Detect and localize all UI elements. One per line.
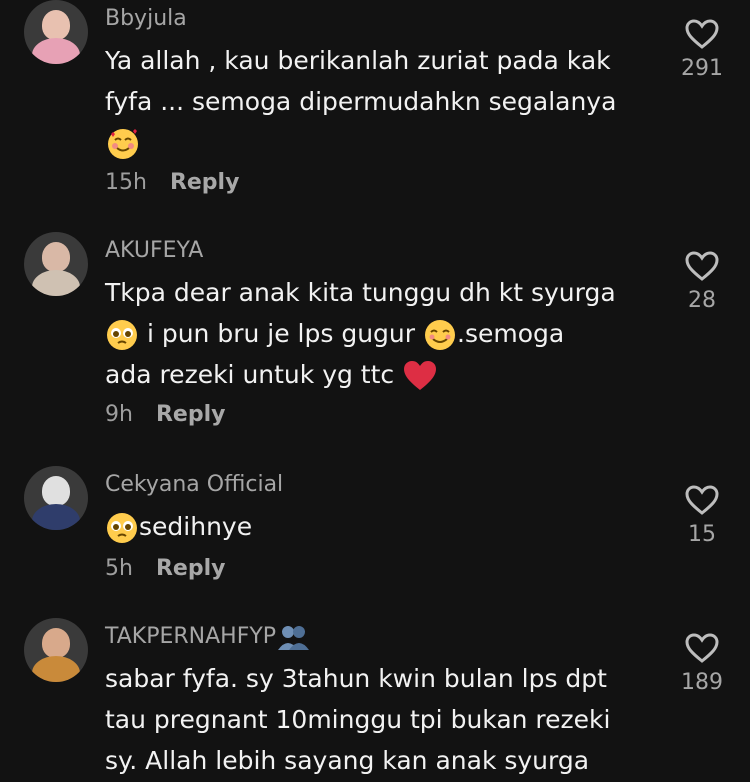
avatar[interactable] (24, 466, 88, 530)
like-button[interactable]: 28 (675, 250, 729, 313)
comment-username[interactable]: Bbyjula (105, 6, 187, 31)
comment-text: sedihnye (105, 506, 645, 547)
like-count: 189 (681, 670, 723, 695)
avatar[interactable] (24, 0, 88, 64)
comment-timestamp: 9h (105, 402, 133, 427)
avatar[interactable] (24, 232, 88, 296)
like-count: 28 (688, 288, 716, 313)
comment-text: sabar fyfa. sy 3tahun kwin bulan lps dpt… (105, 664, 611, 775)
heart-outline-icon (685, 251, 719, 281)
smiling-face-with-hearts-icon (108, 129, 138, 159)
comment-text: Tkpa dear anak kita tunggu dh kt syurga … (105, 272, 645, 395)
heart-outline-icon (685, 19, 719, 49)
like-count: 15 (688, 522, 716, 547)
pleading-face-icon (107, 513, 137, 543)
reply-button[interactable]: Reply (156, 556, 226, 581)
heart-outline-icon (685, 633, 719, 663)
smiling-face-icon (425, 320, 455, 350)
comment-timestamp: 5h (105, 556, 133, 581)
reply-button[interactable]: Reply (170, 170, 240, 195)
like-button[interactable]: 189 (675, 632, 729, 695)
comment-username[interactable]: TAKPERNAHFYP (105, 624, 310, 650)
like-count: 291 (681, 56, 723, 81)
people-silhouette-icon (278, 626, 310, 650)
comment-meta: 9h Reply (105, 402, 225, 427)
comment-text: Ya allah , kau berikanlah zuriat pada ka… (105, 40, 645, 163)
comment-meta: 5h Reply (105, 556, 225, 581)
comment-timestamp: 15h (105, 170, 147, 195)
avatar[interactable] (24, 618, 88, 682)
pleading-face-icon (107, 320, 137, 350)
like-button[interactable]: 291 (675, 18, 729, 81)
comment-meta: 15h Reply (105, 170, 239, 195)
heart-outline-icon (685, 485, 719, 515)
like-button[interactable]: 15 (675, 484, 729, 547)
comment-username[interactable]: Cekyana Official (105, 472, 283, 497)
red-heart-icon (404, 361, 437, 390)
reply-button[interactable]: Reply (156, 402, 226, 427)
comment-username[interactable]: AKUFEYA (105, 238, 203, 263)
